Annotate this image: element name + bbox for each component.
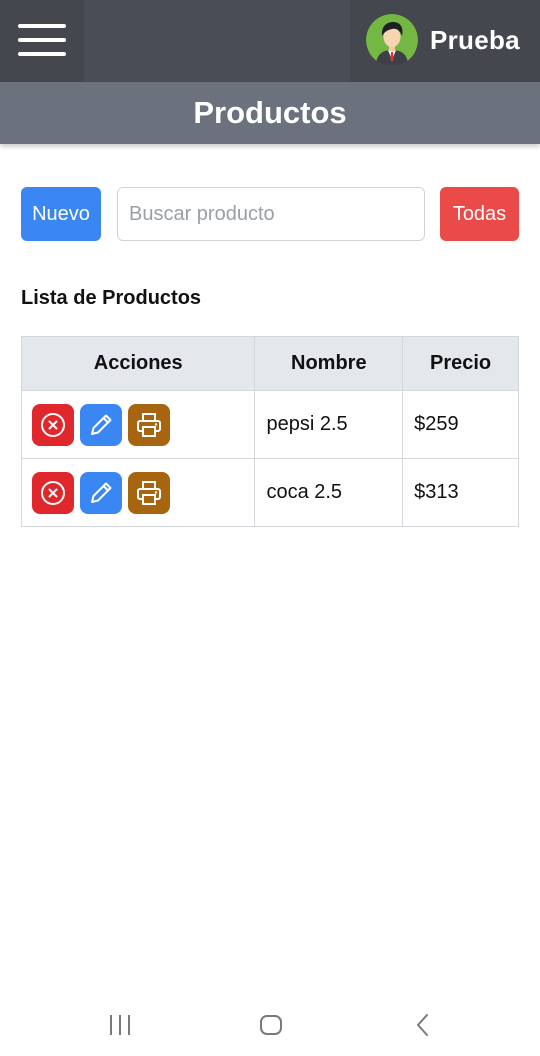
- delete-button[interactable]: [32, 403, 74, 446]
- page-title: Productos: [193, 95, 347, 130]
- close-circle-icon: [41, 480, 65, 505]
- home-icon: [260, 1015, 282, 1035]
- printer-icon: [137, 412, 161, 437]
- pencil-icon: [91, 414, 112, 435]
- table-row: pepsi 2.5 $259: [20, 390, 519, 459]
- edit-button[interactable]: [80, 471, 122, 514]
- menu-button[interactable]: [0, 0, 84, 82]
- user-name: Prueba: [430, 25, 520, 55]
- search-input[interactable]: [117, 187, 425, 241]
- back-icon: [417, 1014, 428, 1036]
- recent-apps-button[interactable]: [105, 1010, 135, 1040]
- app-top-bar: Prueba: [0, 0, 540, 82]
- column-header-actions: Acciones: [20, 336, 256, 391]
- print-button[interactable]: [128, 471, 170, 514]
- close-circle-icon: [41, 412, 65, 437]
- row-actions: [20, 390, 256, 459]
- print-button[interactable]: [128, 403, 170, 446]
- product-price: $313: [402, 458, 519, 527]
- printer-icon: [137, 480, 161, 505]
- avatar: [366, 14, 418, 66]
- product-price: $259: [402, 390, 519, 459]
- back-button[interactable]: [408, 1010, 438, 1040]
- product-name: coca 2.5: [254, 458, 404, 527]
- title-bar: Productos: [0, 82, 540, 144]
- products-table: Acciones Nombre Precio pepsi 2.5 $259 co…: [20, 336, 519, 527]
- recent-apps-icon: [110, 1015, 130, 1035]
- delete-button[interactable]: [32, 471, 74, 514]
- product-name: pepsi 2.5: [254, 390, 404, 459]
- pencil-icon: [91, 482, 112, 503]
- home-button[interactable]: [256, 1010, 286, 1040]
- section-title: Lista de Productos: [21, 287, 202, 309]
- system-nav-bar: [0, 996, 540, 1056]
- new-product-button[interactable]: Nuevo: [21, 187, 101, 241]
- table-header-row: Acciones Nombre Precio: [20, 336, 519, 391]
- row-actions: [20, 458, 256, 527]
- column-header-price: Precio: [402, 336, 519, 391]
- edit-button[interactable]: [80, 403, 122, 446]
- user-profile[interactable]: Prueba: [350, 0, 540, 82]
- column-header-name: Nombre: [254, 336, 404, 391]
- table-row: coca 2.5 $313: [20, 458, 519, 527]
- show-all-button[interactable]: Todas: [440, 187, 519, 241]
